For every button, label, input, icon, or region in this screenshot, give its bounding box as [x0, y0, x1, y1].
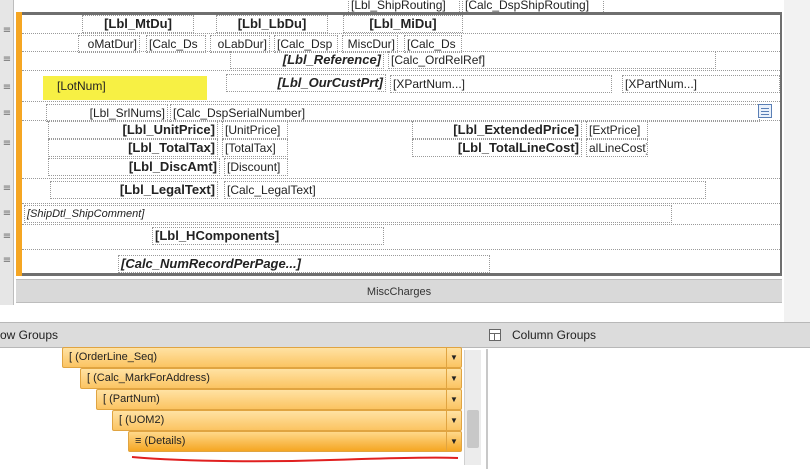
- row-handle-icon[interactable]: ≡: [2, 109, 12, 119]
- group-orderline-seq[interactable]: [ (OrderLine_Seq) ▼: [62, 347, 462, 368]
- column-groups-title: Column Groups: [512, 328, 597, 342]
- row-handle-icon[interactable]: ≡: [2, 209, 12, 219]
- row-handle-icon[interactable]: ≡: [2, 55, 12, 65]
- extprice-textbox[interactable]: [ExtPrice]: [586, 121, 648, 139]
- group-details[interactable]: ≡ (Details) ▼: [128, 431, 462, 452]
- lbl-unitprice-textbox[interactable]: [Lbl_UnitPrice]: [48, 121, 218, 139]
- row-divider: [22, 33, 780, 34]
- chevron-down-icon[interactable]: ▼: [446, 348, 461, 367]
- red-underline-annotation: [131, 456, 459, 463]
- lbl-lbdu-textbox[interactable]: [Lbl_LbDu]: [216, 15, 328, 33]
- list-icon[interactable]: [758, 104, 772, 118]
- column-groups-icon: [489, 329, 501, 341]
- row-divider: [22, 224, 780, 225]
- xpartnum-textbox[interactable]: [XPartNum...]: [390, 75, 612, 93]
- lotnum-textbox[interactable]: [LotNum]: [54, 77, 204, 95]
- misc-charges-band[interactable]: MiscCharges: [16, 279, 782, 303]
- grouping-pane-header: ow Groups Column Groups: [0, 322, 810, 348]
- calc-ds-textbox[interactable]: [Calc_Ds: [146, 35, 206, 53]
- chevron-down-icon[interactable]: ▼: [446, 369, 461, 388]
- row-handle-icon[interactable]: ≡: [2, 232, 12, 242]
- group-uom2[interactable]: [ (UOM2) ▼: [112, 410, 462, 431]
- row-handle-icon[interactable]: ≡: [2, 26, 12, 36]
- lbl-discamt-textbox[interactable]: [Lbl_DiscAmt]: [48, 158, 220, 176]
- matdur-textbox[interactable]: oMatDur]: [78, 35, 140, 53]
- calc-numrecord-textbox[interactable]: [Calc_NumRecordPerPage...]: [118, 255, 490, 273]
- row-divider: [22, 249, 780, 250]
- row-divider: [22, 101, 780, 102]
- lbl-totaltax-textbox[interactable]: [Lbl_TotalTax]: [48, 139, 218, 157]
- lbl-hcomponents-textbox[interactable]: [Lbl_HComponents]: [152, 227, 384, 245]
- lbl-legaltext-textbox[interactable]: [Lbl_LegalText]: [50, 181, 218, 199]
- row-handle-icon[interactable]: ≡: [2, 256, 12, 266]
- right-gutter: [784, 0, 810, 322]
- row-handle-icon[interactable]: ≡: [2, 139, 12, 149]
- report-design-surface[interactable]: [Lbl_ShipRouting] [Calc_DspShipRouting] …: [0, 0, 810, 322]
- chevron-down-icon[interactable]: ▼: [446, 390, 461, 409]
- column-groups-pane[interactable]: [486, 349, 810, 469]
- group-label: (PartNum): [109, 393, 160, 405]
- group-partnum[interactable]: [ (PartNum) ▼: [96, 389, 462, 410]
- row-divider: [22, 70, 780, 71]
- lbl-mtdu-textbox[interactable]: [Lbl_MtDu]: [82, 15, 194, 33]
- lbl-extendedprice-textbox[interactable]: [Lbl_ExtendedPrice]: [412, 121, 582, 139]
- unitprice-textbox[interactable]: [UnitPrice]: [222, 121, 288, 139]
- row-groups-scrollbar[interactable]: [464, 350, 481, 465]
- xpartnum-textbox[interactable]: [XPartNum...]: [622, 75, 780, 93]
- discount-textbox[interactable]: [Discount]: [224, 158, 288, 176]
- row-divider: [22, 203, 780, 204]
- lbl-reference-textbox[interactable]: [Lbl_Reference]: [230, 51, 384, 69]
- lbl-srlnums-textbox[interactable]: [Lbl_SrlNums]: [46, 104, 168, 122]
- linecost-textbox[interactable]: alLineCost]: [586, 139, 648, 157]
- group-label: (Details): [144, 435, 186, 447]
- calc-ordrelref-textbox[interactable]: [Calc_OrdRelRef]: [388, 51, 716, 69]
- calc-legaltext-textbox[interactable]: [Calc_LegalText]: [224, 181, 706, 199]
- group-label: (Calc_MarkForAddress): [93, 372, 210, 384]
- row-groups-title: ow Groups: [0, 328, 59, 342]
- lbl-totallinecost-textbox[interactable]: [Lbl_TotalLineCost]: [412, 139, 582, 157]
- chevron-down-icon[interactable]: ▼: [446, 432, 461, 451]
- lbl-midu-textbox[interactable]: [Lbl_MiDu]: [343, 15, 463, 33]
- row-handle-icon[interactable]: ≡: [2, 184, 12, 194]
- row-divider: [22, 178, 780, 179]
- group-label: (OrderLine_Seq): [75, 351, 158, 363]
- lbl-ourcustprt-textbox[interactable]: [Lbl_OurCustPrt]: [226, 74, 386, 92]
- shipcomment-textbox[interactable]: [ShipDtl_ShipComment]: [24, 205, 672, 223]
- chevron-down-icon[interactable]: ▼: [446, 411, 461, 430]
- row-handle-icon[interactable]: ≡: [2, 83, 12, 93]
- scrollbar-thumb[interactable]: [467, 410, 479, 448]
- totaltax-textbox[interactable]: [TotalTax]: [222, 139, 288, 157]
- group-label: (UOM2): [125, 414, 165, 426]
- group-calc-markforaddress[interactable]: [ (Calc_MarkForAddress) ▼: [80, 368, 462, 389]
- calc-dspserial-textbox[interactable]: [Calc_DspSerialNumber]: [170, 104, 760, 122]
